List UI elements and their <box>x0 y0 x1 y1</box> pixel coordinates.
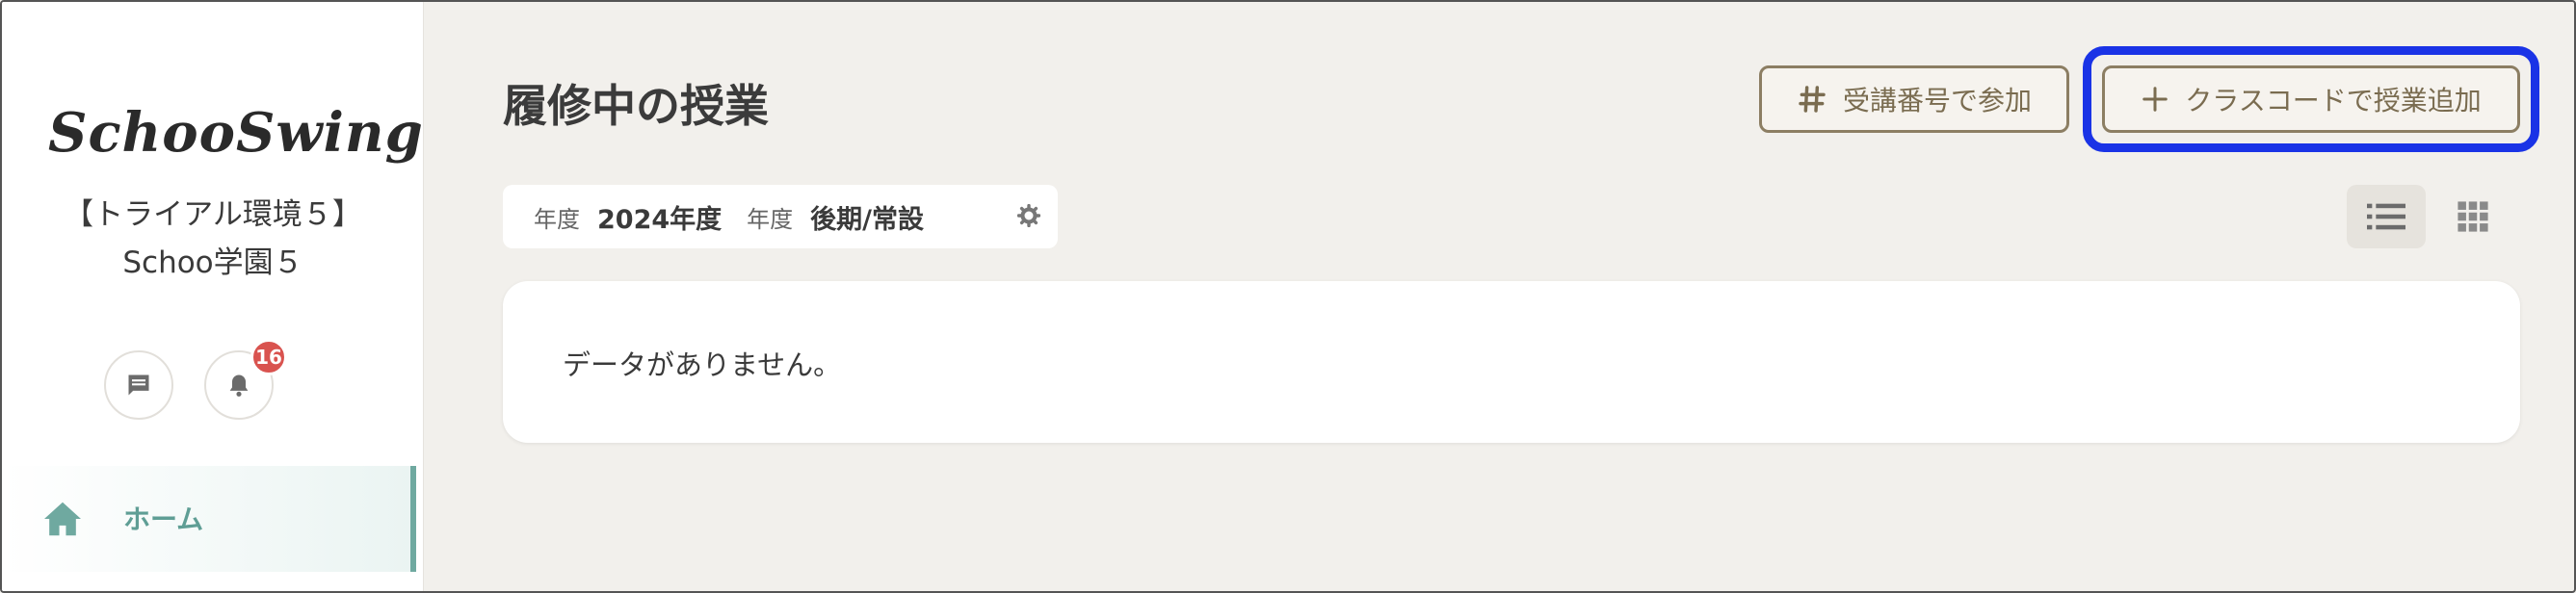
sidebar-item-label: ホーム <box>123 503 204 535</box>
sidebar: SchooSwing 【トライアル環境５】Schoo学園５ 16 ホーム <box>2 2 424 591</box>
empty-message: データがありません。 <box>563 348 842 381</box>
add-button-label: クラスコードで授業追加 <box>2185 85 2482 116</box>
list-view-toggle[interactable] <box>2347 185 2426 248</box>
app-window: SchooSwing 【トライアル環境５】Schoo学園５ 16 ホーム 履修中… <box>0 0 2576 593</box>
bell-icon <box>229 374 249 397</box>
organization-name: 【トライアル環境５】Schoo学園５ <box>64 197 362 280</box>
join-by-number-button[interactable]: 受講番号で参加 <box>1759 65 2069 133</box>
hash-icon <box>1797 84 1827 115</box>
app-logo[interactable]: SchooSwing <box>48 94 423 171</box>
gear-icon[interactable] <box>1016 203 1041 231</box>
page-title: 履修中の授業 <box>503 80 769 132</box>
plus-icon <box>2141 85 2169 114</box>
term-label: 年度 <box>747 205 794 233</box>
add-class-by-code-button[interactable]: クラスコードで授業追加 <box>2102 65 2520 133</box>
list-icon <box>2367 203 2405 230</box>
class-list-empty-state: データがありません。 <box>503 281 2520 443</box>
year-value: 2024年度 <box>597 204 723 235</box>
home-icon <box>44 502 81 536</box>
year-label: 年度 <box>534 205 580 233</box>
messages-button[interactable] <box>104 350 173 420</box>
grid-icon <box>2458 201 2488 232</box>
join-button-label: 受講番号で参加 <box>1842 85 2032 116</box>
term-value: 後期/常設 <box>810 204 925 235</box>
active-indicator <box>410 466 416 572</box>
chat-icon <box>128 374 149 396</box>
notification-count-badge: 16 <box>250 339 287 375</box>
grid-view-toggle[interactable] <box>2433 185 2512 248</box>
term-filter[interactable]: 年度 2024年度 年度 後期/常設 <box>503 185 1058 248</box>
sidebar-item-home[interactable]: ホーム <box>2 466 416 572</box>
